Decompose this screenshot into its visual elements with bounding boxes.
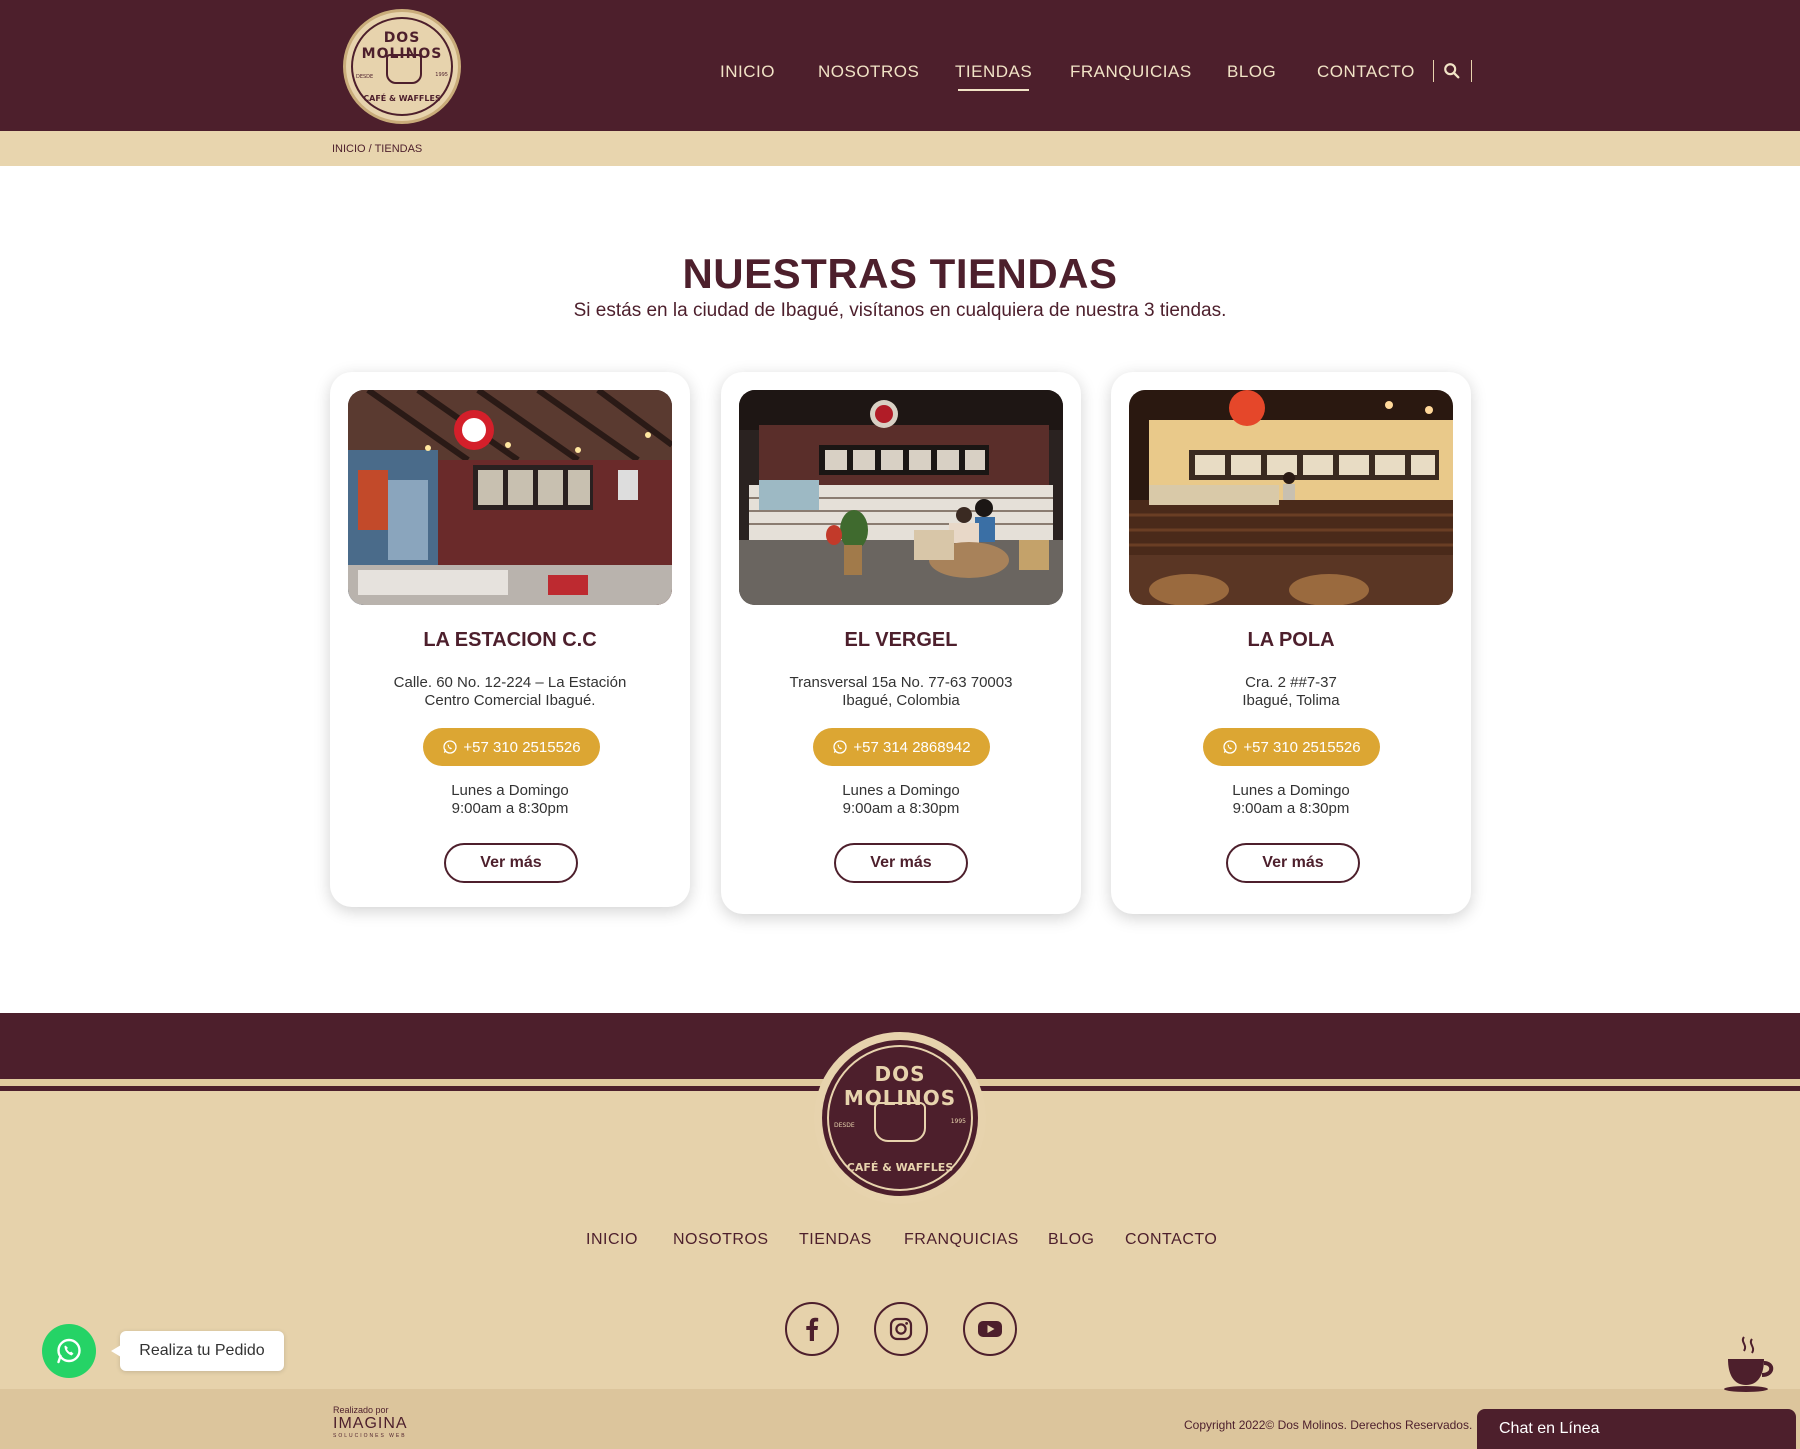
nav-franquicias[interactable]: FRANQUICIAS: [1070, 62, 1192, 82]
store-address: Cra. 2 ##7-37 Ibagué, Tolima: [1131, 674, 1451, 710]
page-title: NUESTRAS TIENDAS: [682, 250, 1118, 297]
whatsapp-icon: [833, 740, 848, 754]
logo-desde: DESDE: [356, 74, 374, 80]
store-card: LA POLA Cra. 2 ##7-37 Ibagué, Tolima +57…: [1111, 372, 1471, 914]
nav-divider: [1471, 60, 1472, 82]
ver-mas-button[interactable]: Ver más: [834, 843, 968, 883]
footer-nav-nosotros[interactable]: NOSOTROS: [673, 1231, 769, 1249]
footer-nav-contacto[interactable]: CONTACTO: [1125, 1231, 1217, 1249]
credit-brand: IMAGINA: [333, 1415, 408, 1432]
store-hours-line: Lunes a Domingo: [451, 782, 569, 799]
store-address-line: Ibagué, Colombia: [842, 692, 960, 709]
footer-logo-year: 1995: [950, 1118, 966, 1125]
whatsapp-icon: [443, 740, 458, 754]
store-address-line: Calle. 60 No. 12-224 – La Estación: [393, 674, 627, 691]
store-hours-line: Lunes a Domingo: [1232, 782, 1350, 799]
mill-icon: [874, 1102, 926, 1142]
nav-tiendas[interactable]: TIENDAS: [955, 62, 1032, 91]
footer-logo-desde: DESDE: [834, 1122, 855, 1129]
footer-logo[interactable]: DOS MOLINOS DESDE 1995 CAFÉ & WAFFLES: [814, 1032, 986, 1204]
credit-made-by: Realizado por: [333, 1405, 389, 1415]
store-hours-line: 9:00am a 8:30pm: [842, 800, 960, 817]
coffee-cup-icon[interactable]: [1722, 1335, 1776, 1395]
whatsapp-order-label[interactable]: Realiza tu Pedido: [111, 1331, 284, 1371]
page-subtitle: Si estás en la ciudad de Ibagué, visítan…: [573, 300, 1227, 321]
logo-subtitle: CAFÉ & WAFFLES: [363, 94, 441, 103]
copyright-text: Copyright 2022© Dos Molinos. Derechos Re…: [1184, 1418, 1473, 1432]
store-hours-line: 9:00am a 8:30pm: [451, 800, 569, 817]
whatsapp-float-button[interactable]: [42, 1324, 96, 1378]
store-name: LA POLA: [1247, 629, 1335, 651]
site-header: DOS MOLINOS DESDE 1995 CAFÉ & WAFFLES IN…: [0, 0, 1800, 131]
store-hours: Lunes a Domingo 9:00am a 8:30pm: [721, 782, 1081, 818]
ver-mas-button[interactable]: Ver más: [444, 843, 578, 883]
breadcrumb: INICIO / TIENDAS: [332, 143, 423, 155]
store-address-line: Centro Comercial Ibagué.: [424, 692, 596, 709]
store-address: Transversal 15a No. 77-63 70003 Ibagué, …: [741, 674, 1061, 710]
footer-logo-badge: DOS MOLINOS DESDE 1995 CAFÉ & WAFFLES: [822, 1040, 978, 1196]
footer-logo-subtitle: CAFÉ & WAFFLES: [846, 1161, 954, 1174]
nav-nosotros[interactable]: NOSOTROS: [818, 62, 919, 82]
store-photo: [1129, 390, 1453, 605]
phone-label: +57 310 2515526: [463, 738, 581, 756]
whatsapp-icon: [57, 1338, 81, 1364]
whatsapp-icon: [1223, 740, 1238, 754]
breadcrumb-bar: INICIO / TIENDAS: [0, 131, 1800, 166]
nav-inicio[interactable]: INICIO: [720, 62, 775, 82]
youtube-icon[interactable]: [963, 1302, 1017, 1356]
search-icon[interactable]: [1443, 62, 1461, 80]
instagram-icon[interactable]: [874, 1302, 928, 1356]
mill-icon: [386, 54, 422, 84]
whatsapp-phone-button[interactable]: +57 310 2515526: [423, 728, 600, 766]
store-photo: [348, 390, 672, 605]
nav-blog[interactable]: BLOG: [1227, 62, 1276, 82]
store-hours-line: 9:00am a 8:30pm: [1232, 800, 1350, 817]
store-photo: [739, 390, 1063, 605]
store-address-line: Ibagué, Tolima: [1242, 692, 1340, 709]
nav-divider: [1433, 60, 1434, 82]
credit-tagline: SOLUCIONES WEB: [333, 1433, 407, 1439]
store-hours-line: Lunes a Domingo: [842, 782, 960, 799]
nav-contacto[interactable]: CONTACTO: [1317, 62, 1415, 82]
store-address: Calle. 60 No. 12-224 – La Estación Centr…: [350, 674, 670, 710]
whatsapp-phone-button[interactable]: +57 310 2515526: [1203, 728, 1380, 766]
store-card: EL VERGEL Transversal 15a No. 77-63 7000…: [721, 372, 1081, 914]
logo-year: 1995: [435, 72, 448, 78]
store-hours: Lunes a Domingo 9:00am a 8:30pm: [330, 782, 690, 818]
footer-nav-tiendas[interactable]: TIENDAS: [799, 1231, 872, 1249]
footer-nav-franquicias[interactable]: FRANQUICIAS: [904, 1231, 1019, 1249]
ver-mas-button[interactable]: Ver más: [1226, 843, 1360, 883]
store-address-line: Cra. 2 ##7-37: [1245, 674, 1337, 691]
store-card: LA ESTACION C.C Calle. 60 No. 12-224 – L…: [330, 372, 690, 907]
footer-nav-blog[interactable]: BLOG: [1048, 1231, 1094, 1249]
store-address-line: Transversal 15a No. 77-63 70003: [789, 674, 1013, 691]
phone-label: +57 310 2515526: [1243, 738, 1361, 756]
developer-credit[interactable]: Realizado por IMAGINA SOLUCIONES WEB: [333, 1405, 408, 1439]
chat-online-button[interactable]: Chat en Línea: [1477, 1409, 1796, 1449]
facebook-icon[interactable]: [785, 1302, 839, 1356]
store-hours: Lunes a Domingo 9:00am a 8:30pm: [1111, 782, 1471, 818]
store-name: EL VERGEL: [844, 629, 958, 651]
whatsapp-phone-button[interactable]: +57 314 2868942: [813, 728, 990, 766]
footer-nav-inicio[interactable]: INICIO: [586, 1231, 638, 1249]
store-name: LA ESTACION C.C: [423, 629, 597, 651]
brand-logo[interactable]: DOS MOLINOS DESDE 1995 CAFÉ & WAFFLES: [343, 9, 461, 124]
phone-label: +57 314 2868942: [853, 738, 971, 756]
